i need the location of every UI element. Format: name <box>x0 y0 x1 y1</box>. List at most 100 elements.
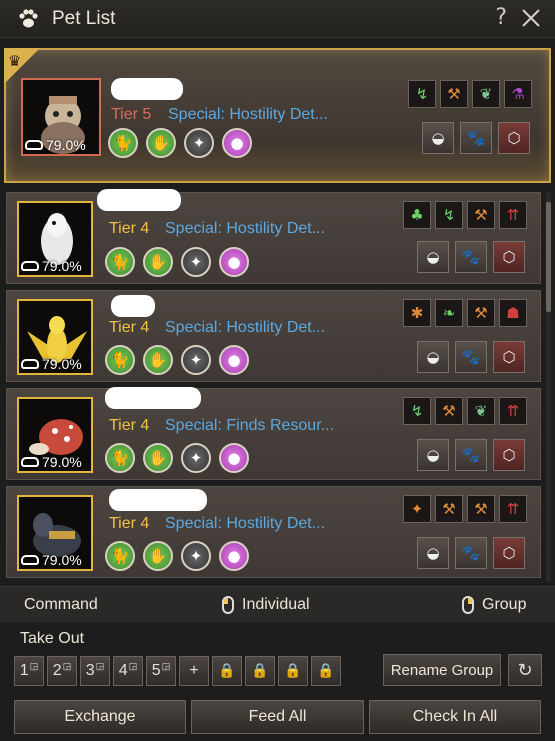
compass-skill-icon: ✦ <box>181 541 211 571</box>
food-percent: 79.0% <box>42 356 82 372</box>
trait-icon: ⚒ <box>467 299 495 327</box>
gather-skill-icon: ✋ <box>146 128 176 158</box>
rename-group-button[interactable]: Rename Group <box>383 654 501 686</box>
pet-portrait: 79.0% <box>17 495 93 571</box>
trait-icon: ♣ <box>403 201 431 229</box>
food-gauge: 79.0% <box>21 552 82 568</box>
pet-name-redacted <box>97 189 181 211</box>
group-slot-1[interactable]: 1 ◲ <box>14 656 44 686</box>
pet-name-redacted <box>105 387 201 409</box>
food-percent: 79.0% <box>42 258 82 274</box>
check-in-button[interactable]: ⬡ <box>498 122 530 154</box>
take-out-label: Take Out <box>20 630 85 647</box>
trait-icon: ⇈ <box>499 397 527 425</box>
compass-skill-icon: ✦ <box>184 128 214 158</box>
feed-button[interactable]: ◒ <box>417 241 449 273</box>
food-bowl-icon <box>21 359 39 369</box>
trait-icon: ⚒ <box>440 80 468 108</box>
help-button[interactable]: ? <box>495 5 507 30</box>
pet-tier: Tier 4 <box>109 319 150 336</box>
food-percent: 79.0% <box>42 454 82 470</box>
trait-icon: ✱ <box>403 299 431 327</box>
food-gauge: 79.0% <box>21 258 82 274</box>
gather-skill-icon: ✋ <box>143 247 173 277</box>
group-slot-4[interactable]: 4 ◲ <box>113 656 143 686</box>
trait-icon: ↯ <box>435 201 463 229</box>
pet-portrait: 79.0% <box>17 201 93 277</box>
pet-card-5[interactable]: 79.0% Tier 4 Special: Hostility Det... 🐈… <box>6 486 541 578</box>
window-title: Pet List <box>52 7 116 29</box>
pet-action-button[interactable]: 🐾 <box>455 341 487 373</box>
feed-button[interactable]: ◒ <box>417 537 449 569</box>
gather-skill-icon: ✋ <box>143 541 173 571</box>
food-bowl-icon <box>21 457 39 467</box>
group-slot-3[interactable]: 3 ◲ <box>80 656 110 686</box>
close-icon[interactable] <box>521 8 541 28</box>
scroll-thumb[interactable] <box>546 202 551 312</box>
gather-skill-icon: ✋ <box>143 345 173 375</box>
food-gauge: 79.0% <box>25 137 86 153</box>
pet-special: Special: Hostility Det... <box>165 319 326 336</box>
pet-action-button[interactable]: 🐾 <box>460 122 492 154</box>
food-bowl-icon <box>21 261 39 271</box>
pet-action-button[interactable]: 🐾 <box>455 439 487 471</box>
pet-portrait: 79.0% <box>17 397 93 473</box>
pet-action-button[interactable]: 🐾 <box>455 537 487 569</box>
trait-icon: ❦ <box>472 80 500 108</box>
check-in-button[interactable]: ⬡ <box>493 439 525 471</box>
add-group-button[interactable]: + <box>179 656 209 686</box>
feed-button[interactable]: ◒ <box>422 122 454 154</box>
title-bar: Pet List ? <box>0 0 555 38</box>
potion-skill-icon: ● <box>222 128 252 158</box>
trait-icon: ❧ <box>435 299 463 327</box>
pet-special: Special: Hostility Det... <box>168 106 329 123</box>
feed-all-button[interactable]: Feed All <box>191 700 364 734</box>
feed-button[interactable]: ◒ <box>417 341 449 373</box>
list-scrollbar[interactable] <box>546 192 551 582</box>
crown-icon: ♛ <box>8 52 22 70</box>
pet-special: Special: Hostility Det... <box>165 220 326 237</box>
lock-icon[interactable]: 🔒 <box>245 656 275 686</box>
food-gauge: 79.0% <box>21 454 82 470</box>
check-in-button[interactable]: ⬡ <box>493 241 525 273</box>
pet-tier: Tier 4 <box>109 220 150 237</box>
cat-skill-icon: 🐈 <box>105 541 135 571</box>
group-slot-2[interactable]: 2 ◲ <box>47 656 77 686</box>
lock-icon[interactable]: 🔒 <box>278 656 308 686</box>
right-click-icon <box>462 596 474 614</box>
refresh-icon[interactable]: ↻ <box>508 654 542 686</box>
pet-card-1[interactable]: ♛ 79.0% Tier 5 Special: Hostility Det...… <box>4 48 551 183</box>
pet-card-4[interactable]: 79.0% Tier 4 Special: Finds Resour... 🐈 … <box>6 387 541 480</box>
feed-button[interactable]: ◒ <box>417 439 449 471</box>
trait-icon: ↯ <box>403 397 431 425</box>
check-in-all-button[interactable]: Check In All <box>369 700 541 734</box>
lock-icon[interactable]: 🔒 <box>311 656 341 686</box>
trait-icon: ⇈ <box>499 495 527 523</box>
trait-icon: ❦ <box>467 397 495 425</box>
potion-skill-icon: ● <box>219 443 249 473</box>
potion-skill-icon: ● <box>219 541 249 571</box>
pet-portrait: 79.0% <box>21 78 101 156</box>
trait-icon: ⚗ <box>504 80 532 108</box>
trait-icon: ⚒ <box>435 495 463 523</box>
pet-tier: Tier 4 <box>109 417 150 434</box>
pet-special: Special: Finds Resour... <box>165 417 334 434</box>
pet-name-redacted <box>109 489 207 511</box>
trait-icon: ⇈ <box>499 201 527 229</box>
pet-card-3[interactable]: 79.0% Tier 4 Special: Hostility Det... 🐈… <box>6 290 541 382</box>
check-in-button[interactable]: ⬡ <box>493 537 525 569</box>
paw-icon <box>19 8 38 27</box>
check-in-button[interactable]: ⬡ <box>493 341 525 373</box>
pet-action-button[interactable]: 🐾 <box>455 241 487 273</box>
trait-icon: ↯ <box>408 80 436 108</box>
pet-card-2[interactable]: 79.0% Tier 4 Special: Hostility Det... 🐈… <box>6 189 541 284</box>
food-percent: 79.0% <box>42 552 82 568</box>
lock-icon[interactable]: 🔒 <box>212 656 242 686</box>
left-click-icon <box>222 596 234 614</box>
exchange-button[interactable]: Exchange <box>14 700 186 734</box>
command-bar: Command Individual Group <box>0 586 555 622</box>
food-gauge: 79.0% <box>21 356 82 372</box>
individual-label: Individual <box>242 596 310 613</box>
cat-skill-icon: 🐈 <box>105 443 135 473</box>
group-slot-5[interactable]: 5 ◲ <box>146 656 176 686</box>
